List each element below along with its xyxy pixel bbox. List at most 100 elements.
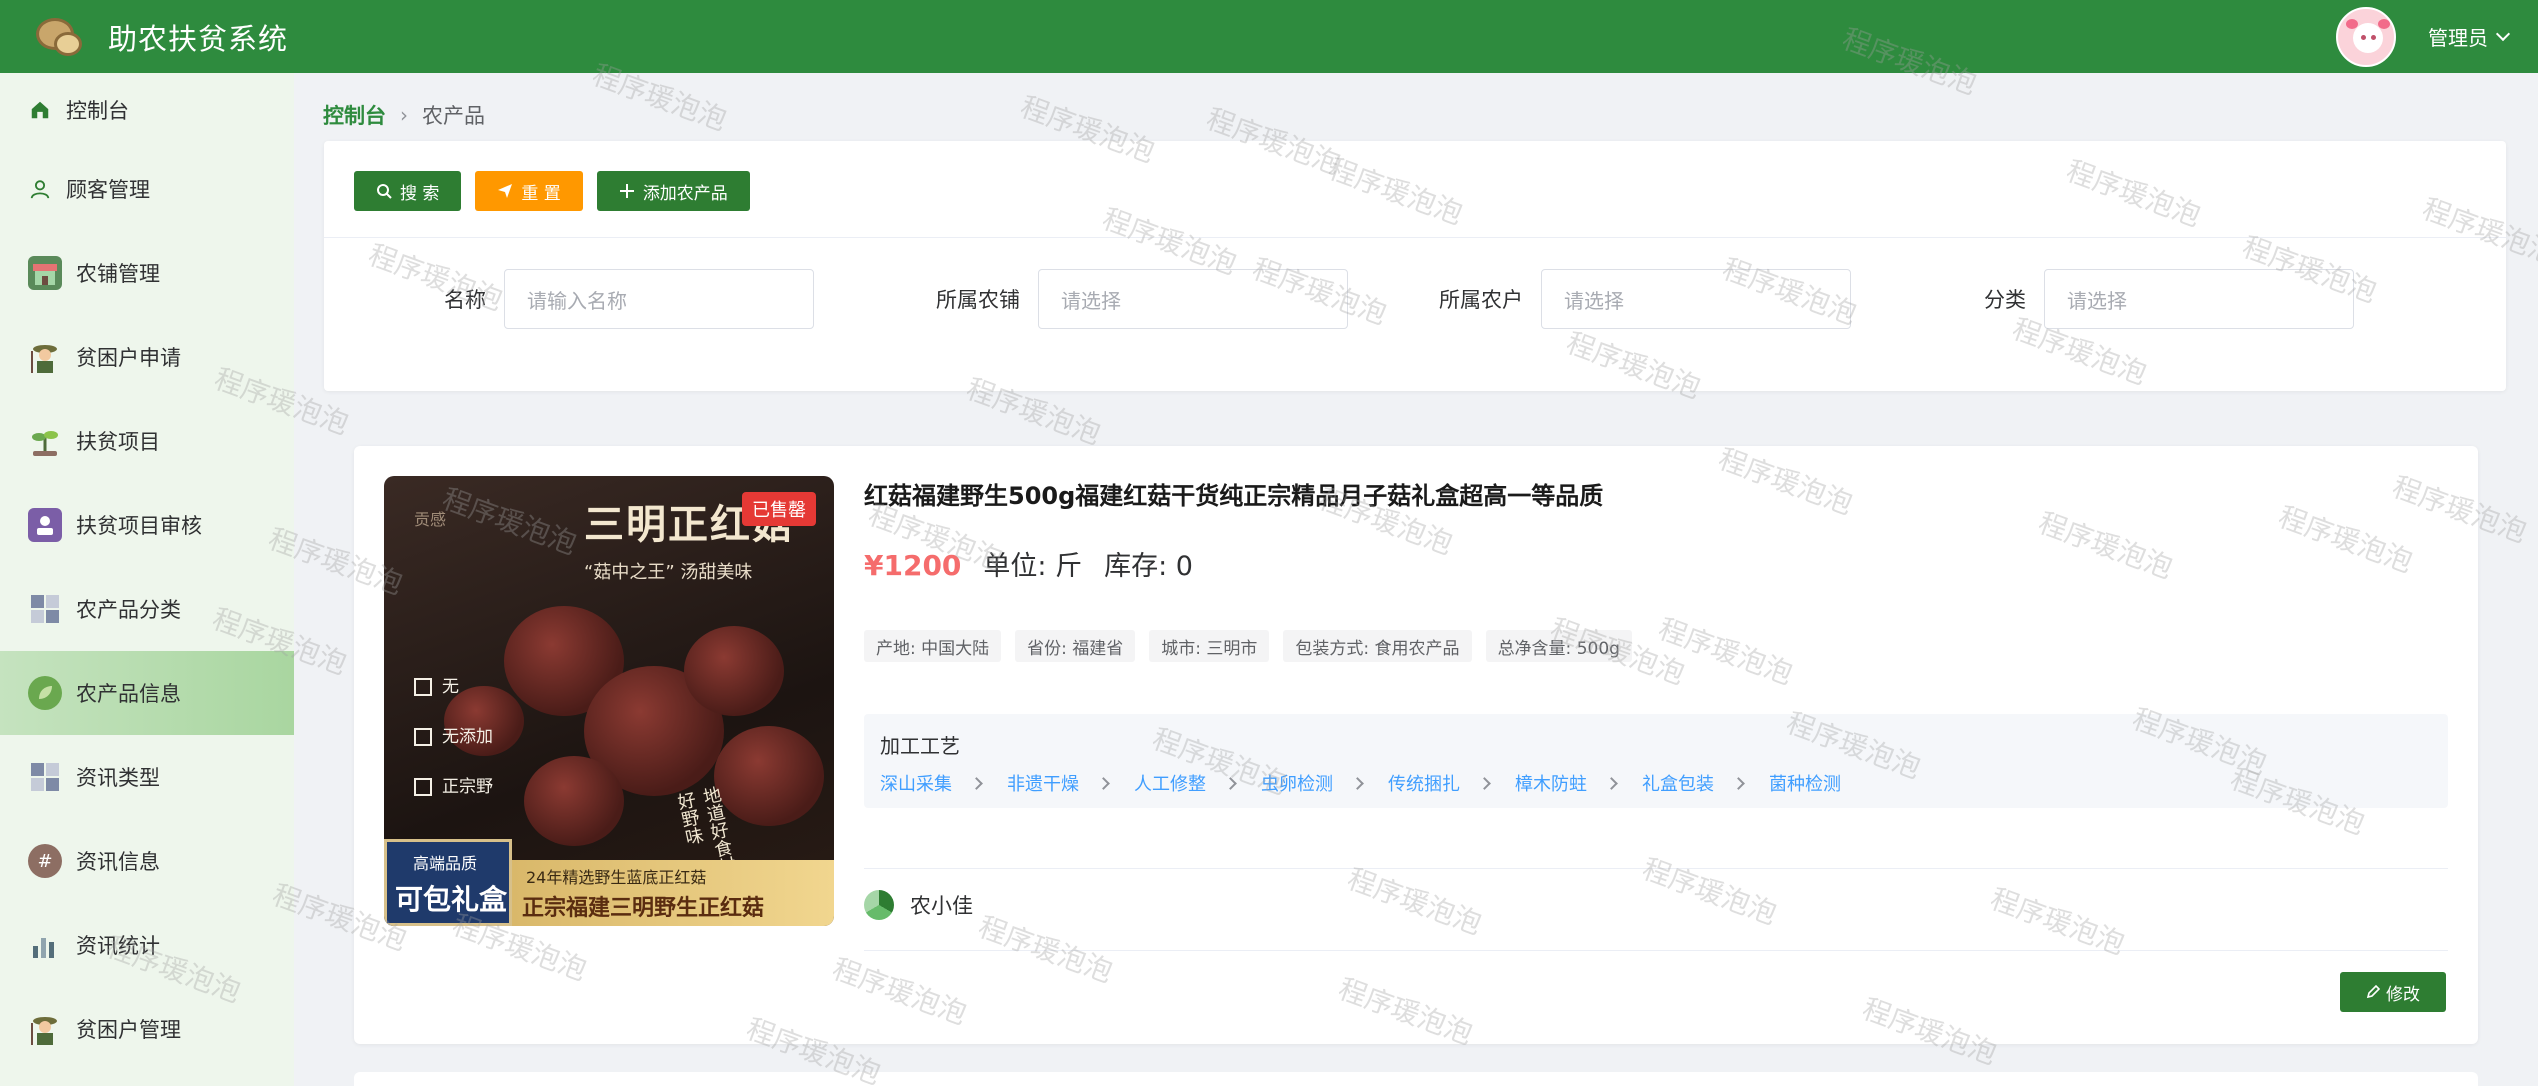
breadcrumb: 控制台 › 农产品: [323, 100, 485, 130]
divider: [864, 950, 2448, 951]
sidebar-item-label: 资讯信息: [76, 850, 160, 874]
name-filter: 名称 请输入名称: [444, 269, 814, 329]
name-input[interactable]: 请输入名称: [504, 269, 814, 329]
farmer-filter: 所属农户 请选择: [1439, 269, 1851, 329]
sidebar-item-label: 贫困户申请: [76, 346, 181, 370]
process-title: 加工工艺: [880, 734, 960, 758]
image-brand-text: 贡感: [414, 510, 447, 529]
sold-out-badge: 已售罄: [742, 492, 816, 526]
send-icon: [498, 184, 513, 198]
sidebar-item-dashboard[interactable]: 控制台: [0, 73, 294, 147]
sidebar-item-label: 贫困户管理: [76, 1018, 181, 1042]
process-step[interactable]: 樟木防蛀: [1515, 770, 1587, 796]
product-title[interactable]: 红菇福建野生500g福建红菇干货纯正宗精品月子菇礼盒超高一等品质: [864, 476, 1603, 511]
sidebar-item-label: 控制台: [66, 99, 129, 123]
sidebar: 控制台 顾客管理 农铺管理 贫困户申请 扶贫项目 扶贫项目审核 农产品分类 农产…: [0, 73, 294, 1086]
search-icon: [377, 184, 392, 199]
sidebar-item-project-audit[interactable]: 扶贫项目审核: [0, 483, 294, 567]
category-filter-label: 分类: [1984, 288, 2026, 312]
attribute-tags: 产地: 中国大陆 省份: 福建省 城市: 三明市 包装方式: 食用农产品 总净含…: [864, 630, 1632, 662]
farmer-select[interactable]: 请选择: [1541, 269, 1851, 329]
process-step[interactable]: 非遗干燥: [1007, 770, 1079, 796]
edit-icon: [2366, 985, 2380, 999]
process-step[interactable]: 传统捆扎: [1388, 770, 1460, 796]
add-product-button-label: 添加农产品: [642, 183, 728, 204]
chevron-right-icon: [970, 776, 983, 790]
app-title: 助农扶贫系统: [108, 21, 289, 56]
avatar[interactable]: [2336, 6, 2396, 67]
gift-box-badge: 高端品质 可包礼盒: [384, 839, 512, 926]
search-button[interactable]: 搜 索: [354, 171, 462, 211]
audit-icon: [28, 508, 62, 542]
sidebar-item-news-stats[interactable]: 资讯统计: [0, 903, 294, 987]
product-card: 贡感 三明正红菇 “菇中之王” 汤甜美味 无 无添加 正宗野 地道好食材 正宗好…: [354, 446, 2478, 1044]
breadcrumb-home[interactable]: 控制台: [323, 100, 386, 130]
gift-badge-small: 高端品质: [413, 854, 478, 873]
divider: [324, 237, 2506, 238]
breadcrumb-current: 农产品: [422, 104, 485, 128]
chevron-right-icon: [1732, 776, 1745, 790]
user-name[interactable]: 管理员: [2428, 22, 2488, 51]
search-button-label: 搜 索: [400, 183, 440, 204]
user-icon: [28, 172, 52, 206]
process-step[interactable]: 虫卵检测: [1261, 770, 1333, 796]
attribute-tag: 总净含量: 500g: [1485, 630, 1632, 662]
toolbar: 搜 索 重 置 添加农产品: [354, 171, 750, 211]
sidebar-item-label: 资讯类型: [76, 766, 160, 790]
hash-icon: #: [28, 844, 62, 878]
add-product-button[interactable]: 添加农产品: [596, 171, 750, 211]
plant-icon: [28, 424, 62, 458]
name-filter-label: 名称: [444, 288, 486, 312]
sidebar-item-news-type[interactable]: 资讯类型: [0, 735, 294, 819]
process-step[interactable]: 菌种检测: [1769, 770, 1841, 796]
image-strip: 24年精选野生蓝底正红菇 正宗福建三明野生正红菇: [512, 860, 834, 926]
product-image[interactable]: 贡感 三明正红菇 “菇中之王” 汤甜美味 无 无添加 正宗野 地道好食材 正宗好…: [384, 476, 834, 926]
sidebar-item-label: 扶贫项目: [76, 430, 160, 454]
product-stock: 库存: 0: [1104, 551, 1193, 582]
product-price: ¥1200: [864, 549, 962, 582]
sidebar-item-label: 扶贫项目审核: [76, 514, 202, 538]
process-step[interactable]: 深山采集: [880, 770, 952, 796]
sidebar-item-product-category[interactable]: 农产品分类: [0, 567, 294, 651]
plus-icon: [619, 184, 634, 198]
image-strip-bottom: 正宗福建三明野生正红菇: [522, 896, 765, 921]
shop-name[interactable]: 农小佳: [910, 890, 973, 920]
image-check-2: 无添加: [442, 727, 493, 747]
chevron-right-icon: [1605, 776, 1618, 790]
shop-logo-icon: [864, 890, 894, 920]
category-select[interactable]: 请选择: [2044, 269, 2354, 329]
sidebar-item-news-info[interactable]: # 资讯信息: [0, 819, 294, 903]
shop-icon: [28, 256, 62, 290]
sidebar-item-label: 农产品信息: [76, 682, 181, 706]
chevron-down-icon[interactable]: [2495, 26, 2511, 41]
image-strip-top: 24年精选野生蓝底正红菇: [526, 868, 707, 887]
process-panel: 加工工艺 深山采集 非遗干燥 人工修整 虫卵检测 传统捆扎 樟木防蛀 礼盒包装 …: [864, 714, 2448, 808]
process-steps: 深山采集 非遗干燥 人工修整 虫卵检测 传统捆扎 樟木防蛀 礼盒包装 菌种检测: [880, 770, 1841, 796]
sidebar-item-poor-household-manage[interactable]: 贫困户管理: [0, 987, 294, 1071]
attribute-tag: 城市: 三明市: [1149, 630, 1270, 662]
sidebar-item-poor-household-apply[interactable]: 贫困户申请: [0, 315, 294, 399]
potato-logo-icon: [34, 14, 84, 60]
attribute-tag: 产地: 中国大陆: [864, 630, 1002, 662]
home-icon: [28, 93, 52, 127]
process-step[interactable]: 礼盒包装: [1642, 770, 1714, 796]
user-menu[interactable]: 管理员: [2336, 0, 2511, 73]
reset-button-label: 重 置: [521, 183, 561, 204]
sidebar-item-product-info[interactable]: 农产品信息: [0, 651, 294, 735]
process-step[interactable]: 人工修整: [1134, 770, 1206, 796]
farmer-icon: [28, 340, 62, 374]
chevron-right-icon: [1224, 776, 1237, 790]
shop-select[interactable]: 请选择: [1038, 269, 1348, 329]
image-check-1: 无: [442, 677, 459, 697]
reset-button[interactable]: 重 置: [475, 171, 583, 211]
sidebar-item-label: 农铺管理: [76, 262, 160, 286]
edit-button[interactable]: 修改: [2340, 972, 2446, 1012]
attribute-tag: 省份: 福建省: [1015, 630, 1136, 662]
product-unit: 单位: 斤: [983, 551, 1083, 582]
shop-filter: 所属农铺 请选择: [936, 269, 1348, 329]
sidebar-item-label: 资讯统计: [76, 934, 160, 958]
sidebar-item-shops[interactable]: 农铺管理: [0, 231, 294, 315]
sidebar-item-customers[interactable]: 顾客管理: [0, 147, 294, 231]
sidebar-item-projects[interactable]: 扶贫项目: [0, 399, 294, 483]
image-check-3: 正宗野: [442, 777, 493, 797]
